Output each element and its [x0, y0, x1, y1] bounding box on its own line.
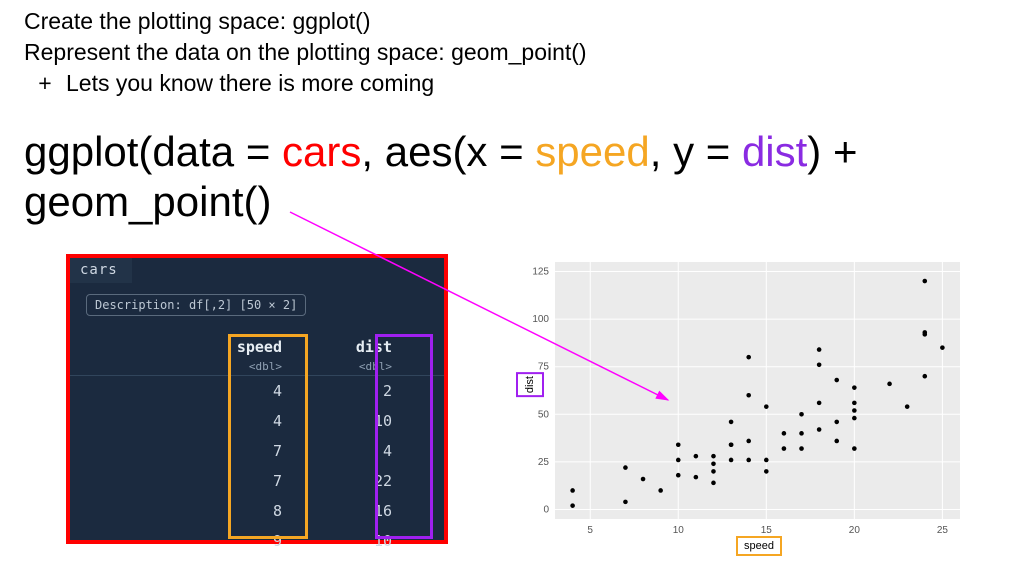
cell-dist: 16 [310, 502, 420, 520]
svg-text:20: 20 [849, 525, 861, 536]
table-row: 722 [70, 466, 444, 496]
plus-bullet: + [24, 68, 66, 99]
table-tab: cars [70, 258, 132, 283]
cell-speed: 9 [200, 532, 310, 550]
intro-line-3-text: Lets you know there is more coming [66, 68, 434, 99]
grid-header: speed <dbl> dist <dbl> [70, 336, 444, 376]
svg-text:0: 0 [543, 504, 549, 515]
cell-speed: 7 [200, 442, 310, 460]
svg-text:25: 25 [937, 525, 949, 536]
cell-speed: 8 [200, 502, 310, 520]
col-type-speed: <dbl> [249, 360, 282, 373]
svg-text:50: 50 [538, 409, 550, 420]
code-geom-point: geom_point() [24, 178, 271, 225]
col-head-speed: speed [237, 338, 282, 356]
y-axis-label: dist [516, 372, 544, 397]
data-grid: speed <dbl> dist <dbl> 4241074722816910 [70, 336, 444, 556]
svg-text:25: 25 [538, 457, 550, 468]
code-dist: dist [742, 128, 807, 175]
svg-text:100: 100 [532, 314, 549, 325]
intro-line-1: Create the plotting space: ggplot() [24, 6, 587, 37]
table-row: 74 [70, 436, 444, 466]
code-seg: ggplot(data = [24, 128, 282, 175]
table-description: Description: df[,2] [50 × 2] [86, 294, 306, 316]
code-cars: cars [282, 128, 361, 175]
code-speed: speed [535, 128, 649, 175]
cell-speed: 4 [200, 382, 310, 400]
code-seg: ) + [807, 128, 857, 175]
intro-block: Create the plotting space: ggplot() Repr… [24, 6, 587, 99]
data-table-panel: cars Description: df[,2] [50 × 2] speed … [66, 254, 448, 544]
intro-line-3: + Lets you know there is more coming [24, 68, 587, 99]
code-line-2: geom_point() [24, 178, 271, 226]
col-type-dist: <dbl> [359, 360, 392, 373]
cell-dist: 22 [310, 472, 420, 490]
cell-dist: 10 [310, 532, 420, 550]
svg-text:10: 10 [673, 525, 685, 536]
svg-text:125: 125 [532, 267, 549, 278]
cell-dist: 10 [310, 412, 420, 430]
chart-svg: 5101520250255075100125 [500, 254, 970, 554]
table-row: 816 [70, 496, 444, 526]
table-row: 410 [70, 406, 444, 436]
cell-speed: 7 [200, 472, 310, 490]
code-seg: , aes(x = [361, 128, 535, 175]
intro-line-2: Represent the data on the plotting space… [24, 37, 587, 68]
scatter-chart: 5101520250255075100125 [500, 254, 970, 554]
svg-text:15: 15 [761, 525, 773, 536]
x-axis-label: speed [736, 536, 782, 556]
code-line-1: ggplot(data = cars, aes(x = speed, y = d… [24, 128, 857, 176]
code-seg: , y = [650, 128, 742, 175]
cell-dist: 4 [310, 442, 420, 460]
cell-dist: 2 [310, 382, 420, 400]
col-head-dist: dist [356, 338, 392, 356]
table-row: 42 [70, 376, 444, 406]
cell-speed: 4 [200, 412, 310, 430]
desc-label: Description: [95, 298, 182, 312]
desc-value: df[,2] [50 × 2] [189, 298, 297, 312]
svg-text:5: 5 [587, 525, 593, 536]
table-row: 910 [70, 526, 444, 556]
